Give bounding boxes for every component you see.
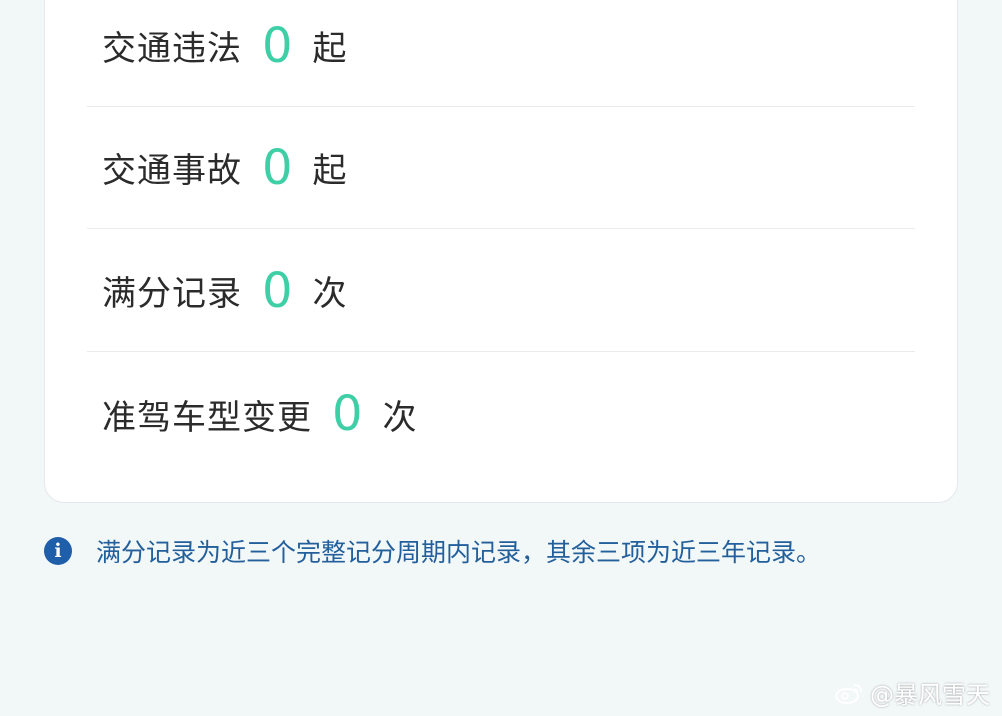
watermark-text: @暴风雪天 bbox=[870, 681, 990, 709]
record-unit: 次 bbox=[382, 397, 417, 438]
record-row-license-class-change[interactable]: 准驾车型变更 0 次 bbox=[87, 353, 915, 475]
record-row-accidents[interactable]: 交通事故 0 起 bbox=[87, 107, 915, 229]
info-icon: i bbox=[44, 537, 72, 565]
record-count: 0 bbox=[262, 17, 293, 74]
record-count: 0 bbox=[262, 139, 293, 196]
record-label: 准驾车型变更 bbox=[102, 397, 312, 438]
record-unit: 次 bbox=[312, 274, 347, 314]
record-count: 0 bbox=[262, 262, 293, 319]
note-text: 满分记录为近三个完整记分周期内记录，其余三项为近三年记录。 bbox=[96, 538, 822, 567]
record-summary-card: 交通违法 0 起 交通事故 0 起 满分记录 0 次 准驾车型变更 0 次 bbox=[44, 0, 958, 503]
record-label: 交通违法 bbox=[102, 29, 242, 69]
record-label: 满分记录 bbox=[102, 274, 242, 314]
record-unit: 起 bbox=[312, 29, 347, 69]
record-count: 0 bbox=[332, 386, 363, 442]
record-row-full-score[interactable]: 满分记录 0 次 bbox=[87, 230, 915, 352]
record-scope-note: i 满分记录为近三个完整记分周期内记录，其余三项为近三年记录。 bbox=[44, 533, 821, 569]
watermark: @暴风雪天 bbox=[834, 675, 990, 710]
weibo-icon bbox=[835, 683, 862, 704]
record-unit: 起 bbox=[312, 151, 347, 191]
record-row-violations[interactable]: 交通违法 0 起 bbox=[87, 0, 915, 107]
record-label: 交通事故 bbox=[102, 151, 242, 191]
